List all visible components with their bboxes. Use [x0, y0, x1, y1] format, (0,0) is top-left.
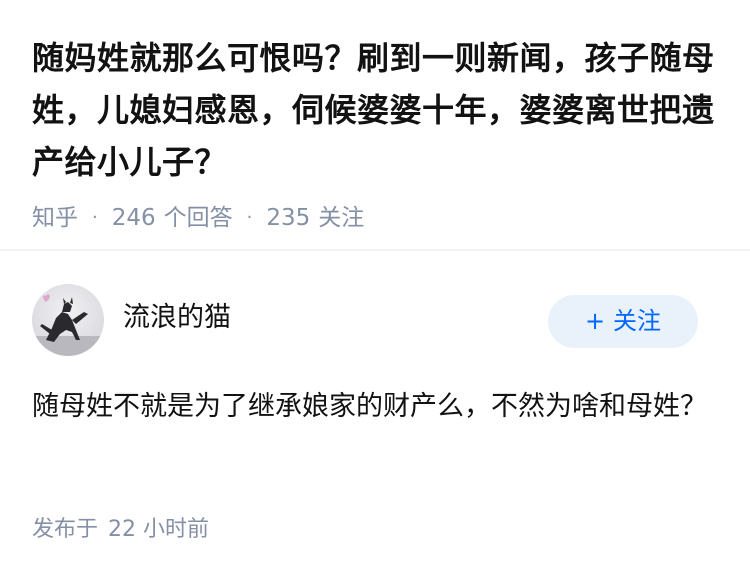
plus-icon: + — [584, 307, 606, 335]
question-meta: 知乎 · 246 个回答 · 235 关注 — [32, 202, 722, 234]
timestamp-prefix: 发布于 — [32, 517, 99, 542]
answer-timestamp: 发布于 22 小时前 — [32, 514, 209, 546]
source-label[interactable]: 知乎 — [32, 202, 78, 234]
answer-content[interactable]: 随母姓不就是为了继承娘家的财产么，不然为啥和母姓？ — [32, 383, 718, 431]
author-name[interactable]: 流浪的猫 — [123, 300, 231, 336]
meta-separator: · — [246, 207, 253, 228]
question-title[interactable]: 随妈姓就那么可恨吗？刷到一则新闻，孩子随母姓，儿媳妇感恩，伺候婆婆十年，婆婆离世… — [32, 32, 722, 188]
question-header: 随妈姓就那么可恨吗？刷到一则新闻，孩子随母姓，儿媳妇感恩，伺候婆婆十年，婆婆离世… — [32, 32, 722, 234]
section-divider — [0, 249, 750, 251]
answer-author-row: 流浪的猫 + 关注 — [32, 282, 718, 358]
follow-button[interactable]: + 关注 — [548, 295, 698, 348]
answer-count[interactable]: 246 — [112, 202, 156, 234]
follower-count[interactable]: 235 — [266, 202, 310, 234]
follower-count-label[interactable]: 关注 — [318, 202, 364, 234]
cat-avatar-icon — [32, 294, 104, 356]
meta-separator: · — [92, 207, 98, 228]
answer-count-label[interactable]: 个回答 — [164, 202, 233, 234]
follow-button-label: 关注 — [613, 307, 662, 335]
timestamp-value: 22 小时前 — [108, 517, 210, 542]
avatar[interactable] — [32, 284, 104, 356]
